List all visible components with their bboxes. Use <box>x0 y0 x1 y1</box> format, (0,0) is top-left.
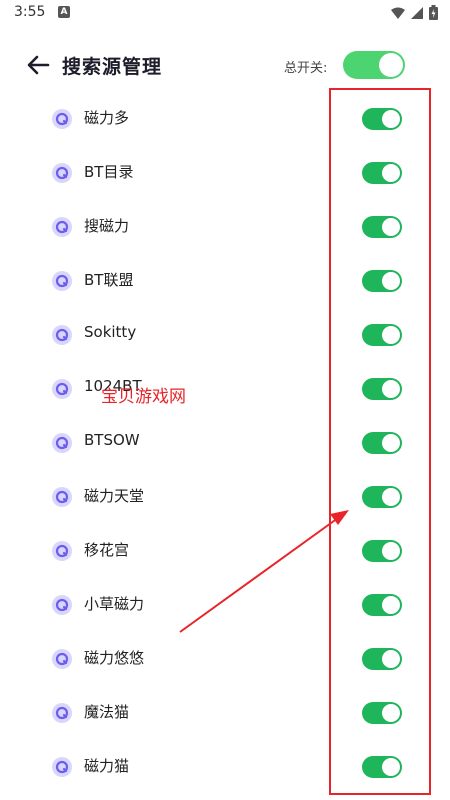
annotation-arrow-icon <box>179 510 349 633</box>
watermark-text: 宝贝游戏网 <box>101 387 186 407</box>
